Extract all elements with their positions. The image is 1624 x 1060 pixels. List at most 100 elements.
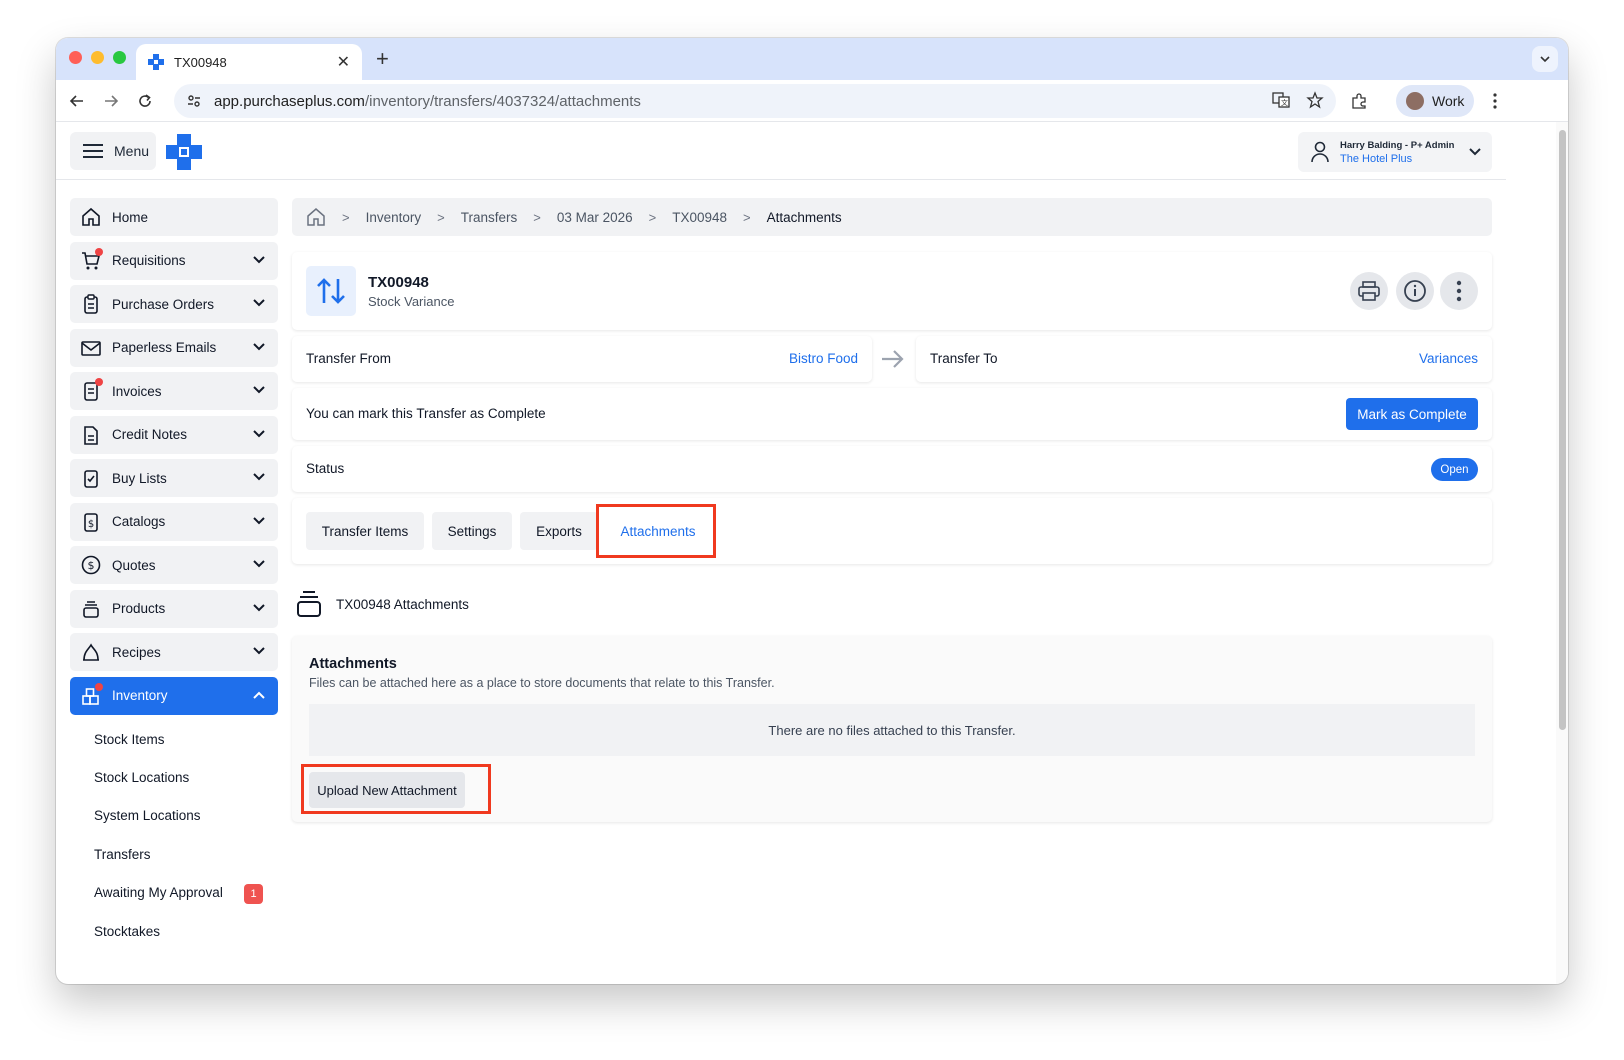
- translate-icon[interactable]: 文: [1272, 91, 1290, 109]
- bookmark-star-icon[interactable]: [1306, 91, 1324, 109]
- tab-strip: TX00948 ✕ +: [56, 38, 1568, 80]
- app-header: Menu Harry Balding - P+ Admin The Hotel …: [56, 122, 1506, 180]
- sidebar-item-label: Purchase Orders: [112, 296, 215, 312]
- printer-icon: [1358, 281, 1380, 301]
- transfer-from-label: Transfer From: [306, 351, 392, 366]
- sidebar-item-credit-notes[interactable]: Credit Notes: [70, 415, 278, 454]
- sidebar-item-label: Products: [112, 601, 166, 616]
- sidebar-item-requisitions[interactable]: Requisitions: [70, 241, 278, 280]
- breadcrumb-date[interactable]: 03 Mar 2026: [557, 210, 633, 225]
- sidebar-subitem-transfers[interactable]: Transfers: [70, 835, 278, 873]
- back-icon[interactable]: [66, 90, 88, 112]
- transfer-to-card: Transfer To Variances: [916, 336, 1492, 382]
- purchaseplus-logo[interactable]: [166, 134, 202, 170]
- chevron-down-icon: [253, 342, 265, 350]
- tab-title: TX00948: [174, 54, 227, 70]
- browser-tab[interactable]: TX00948 ✕: [136, 44, 362, 80]
- arrow-right-icon: [882, 350, 904, 368]
- extensions-icon[interactable]: [1348, 90, 1370, 112]
- new-tab-icon[interactable]: +: [376, 46, 389, 72]
- browser-menu-icon[interactable]: [1484, 90, 1506, 112]
- transfer-to-label: Transfer To: [930, 351, 998, 366]
- attachments-description: Files can be attached here as a place to…: [309, 676, 775, 690]
- stack-icon: [297, 591, 321, 617]
- tab-transfer-items[interactable]: Transfer Items: [306, 512, 424, 550]
- scrollbar-thumb[interactable]: [1559, 130, 1566, 730]
- products-icon: [80, 598, 102, 620]
- sidebar-subitem-stock-items[interactable]: Stock Items: [70, 720, 278, 758]
- minimize-window-button[interactable]: [91, 51, 104, 64]
- breadcrumb-separator-icon: >: [342, 209, 350, 225]
- transfer-arrows-icon: [306, 266, 356, 316]
- transfer-from-link[interactable]: Bistro Food: [789, 351, 858, 366]
- sidebar-subitem-system-locations[interactable]: System Locations: [70, 797, 278, 835]
- tab-exports[interactable]: Exports: [520, 512, 598, 550]
- sidebar-item-home[interactable]: Home: [70, 198, 278, 236]
- sidebar-item-purchase-orders[interactable]: Purchase Orders: [70, 285, 278, 323]
- close-window-button[interactable]: [69, 51, 82, 64]
- sidebar-item-label: Invoices: [112, 383, 162, 399]
- address-bar[interactable]: app.purchaseplus.com/inventory/transfers…: [174, 84, 1336, 118]
- chevron-down-icon: [253, 647, 265, 655]
- user-menu[interactable]: Harry Balding - P+ Admin The Hotel Plus: [1298, 132, 1492, 172]
- maximize-window-button[interactable]: [113, 51, 126, 64]
- breadcrumb-transfer-id[interactable]: TX00948: [672, 210, 727, 225]
- sidebar-item-invoices[interactable]: Invoices: [70, 372, 278, 410]
- info-button[interactable]: [1396, 272, 1434, 310]
- hamburger-icon: [83, 144, 103, 158]
- tab-close-icon[interactable]: ✕: [337, 52, 350, 72]
- status-card: Status Open: [292, 446, 1492, 492]
- tab-settings[interactable]: Settings: [432, 512, 512, 550]
- breadcrumb-inventory[interactable]: Inventory: [366, 210, 422, 225]
- sidebar-subitem-label: Awaiting My Approval: [94, 885, 223, 901]
- home-icon[interactable]: [306, 207, 326, 227]
- sidebar-item-paperless-emails[interactable]: Paperless Emails: [70, 328, 278, 367]
- url-text: app.purchaseplus.com/inventory/transfers…: [214, 92, 641, 110]
- sidebar-item-catalogs[interactable]: $ Catalogs: [70, 502, 278, 541]
- sidebar-subitem-stocktakes[interactable]: Stocktakes: [70, 912, 278, 950]
- chevron-down-icon: [253, 560, 265, 568]
- sidebar-item-quotes[interactable]: $ Quotes: [70, 546, 278, 584]
- print-button[interactable]: [1350, 272, 1388, 310]
- sidebar-item-buy-lists[interactable]: Buy Lists: [70, 459, 278, 497]
- empty-attachments-message: There are no files attached to this Tran…: [309, 704, 1475, 756]
- menu-button[interactable]: Menu: [70, 132, 156, 170]
- cart-icon: [80, 247, 103, 272]
- transfer-to-link[interactable]: Variances: [1419, 351, 1478, 366]
- breadcrumb: > Inventory > Transfers > 03 Mar 2026 > …: [292, 198, 1492, 236]
- invoice-icon: [80, 378, 103, 402]
- breadcrumb-separator-icon: >: [648, 209, 657, 225]
- breadcrumb-transfers[interactable]: Transfers: [461, 210, 518, 225]
- sidebar-item-label: Home: [112, 209, 149, 225]
- sidebar-item-recipes[interactable]: Recipes: [70, 633, 278, 671]
- sidebar-subitem-awaiting-my-approval[interactable]: Awaiting My Approval 1: [70, 874, 278, 912]
- kebab-menu-icon: [1456, 280, 1462, 302]
- chevron-down-icon: [253, 603, 265, 611]
- profile-button[interactable]: Work: [1396, 85, 1474, 117]
- site-settings-icon[interactable]: [186, 93, 202, 109]
- transfer-from-card: Transfer From Bistro Food: [292, 336, 872, 382]
- purchaseplus-favicon-icon: [148, 54, 164, 70]
- tab-attachments-highlight: [596, 504, 716, 558]
- reload-icon[interactable]: [134, 90, 156, 112]
- sidebar-item-inventory[interactable]: Inventory: [70, 676, 278, 715]
- sidebar-item-label: Credit Notes: [112, 427, 188, 442]
- forward-icon[interactable]: [100, 90, 122, 112]
- sidebar-subitem-stock-locations[interactable]: Stock Locations: [70, 758, 278, 796]
- sidebar-item-label: Buy Lists: [112, 470, 167, 486]
- mark-complete-text: You can mark this Transfer as Complete: [306, 406, 546, 421]
- mark-as-complete-button[interactable]: Mark as Complete: [1346, 398, 1478, 430]
- transfer-id: TX00948: [368, 274, 429, 291]
- sidebar-item-products[interactable]: Products: [70, 589, 278, 628]
- chevron-down-icon: [1469, 148, 1481, 156]
- more-options-button[interactable]: [1440, 272, 1478, 310]
- svg-text:文: 文: [1281, 98, 1288, 107]
- mark-complete-card: You can mark this Transfer as Complete M…: [292, 388, 1492, 440]
- status-badge: Open: [1431, 458, 1478, 481]
- user-icon: [1311, 141, 1329, 163]
- profile-label: Work: [1432, 93, 1465, 109]
- transfer-header-card: TX00948 Stock Variance: [292, 252, 1492, 330]
- tab-search-button[interactable]: [1532, 46, 1558, 72]
- sidebar: Home Requisitions Purchase Orders Paperl…: [70, 198, 278, 950]
- sidebar-item-label: Requisitions: [112, 253, 186, 268]
